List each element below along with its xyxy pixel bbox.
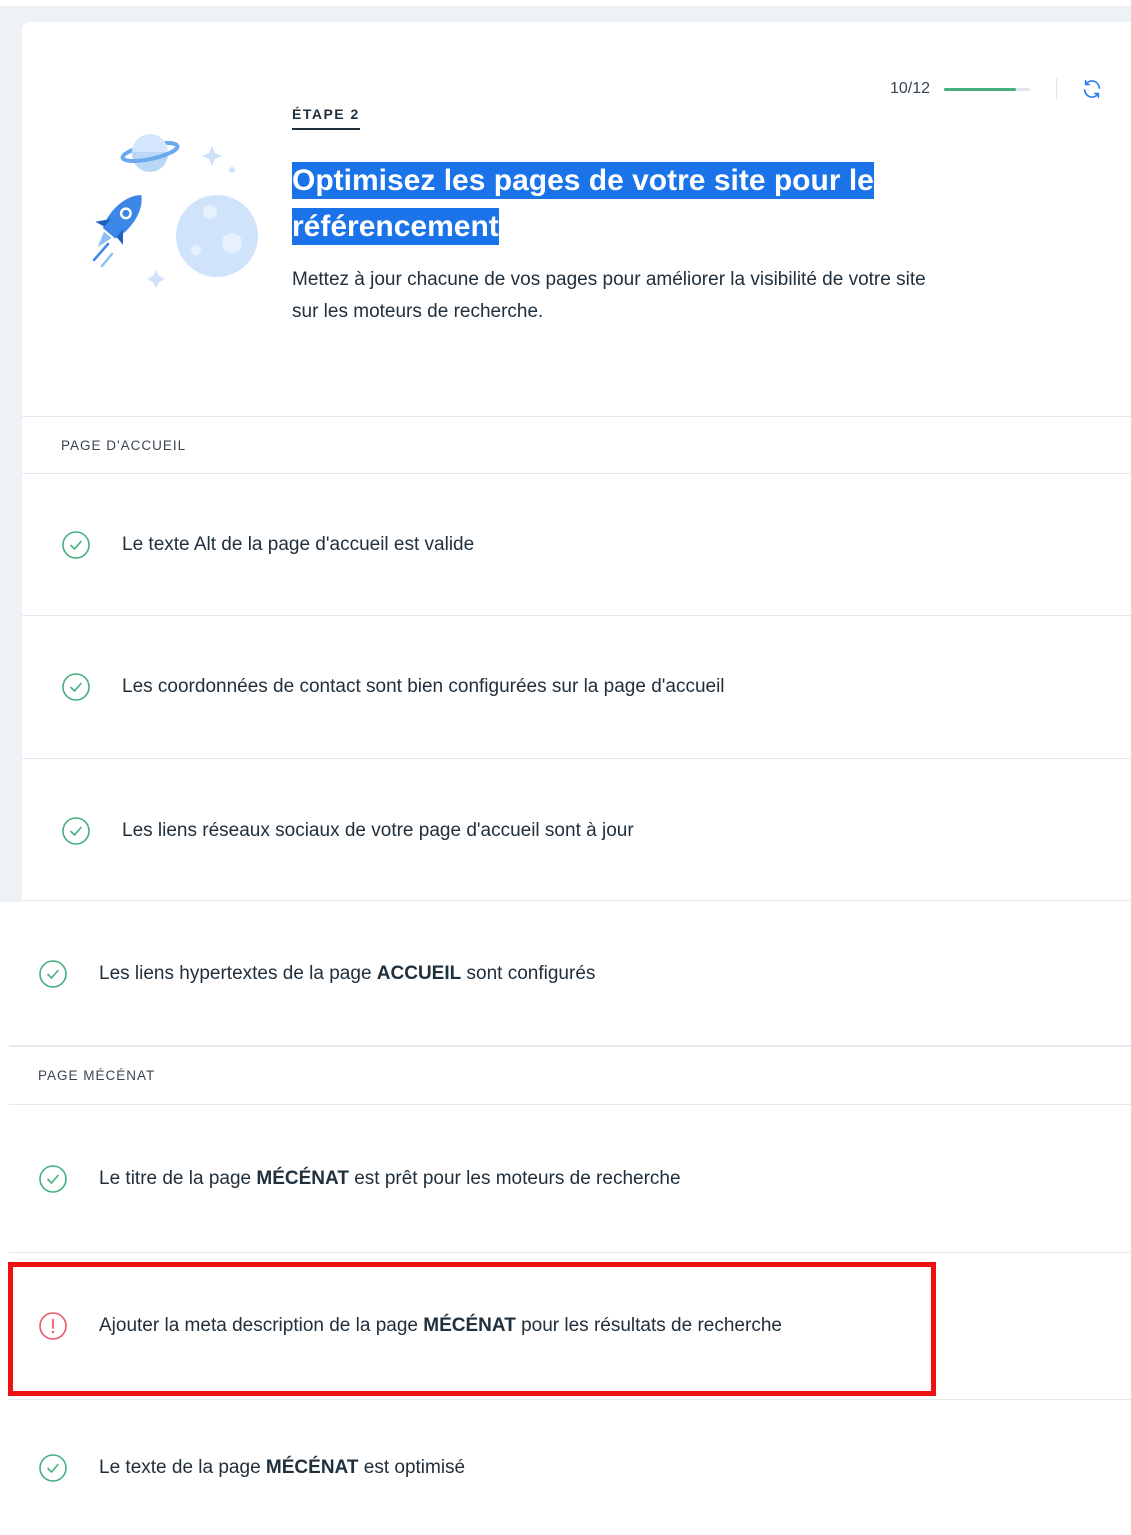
progress-bar-fill — [944, 87, 1016, 91]
check-circle-icon — [61, 816, 91, 846]
checklist-item[interactable]: Le texte de la page MÉCÉNAT est optimisé — [9, 1400, 1131, 1535]
checklist-item[interactable]: Les liens hypertextes de la page ACCUEIL… — [9, 902, 1131, 1046]
refresh-icon — [1083, 79, 1101, 99]
lower-checklist: Les liens hypertextes de la page ACCUEIL… — [9, 900, 1131, 1535]
check-circle-icon — [38, 1453, 68, 1483]
section-header-homepage: PAGE D'ACCUEIL — [22, 416, 1131, 474]
checklist-item[interactable]: Les liens réseaux sociaux de votre page … — [22, 759, 1131, 902]
progress-bar — [944, 87, 1030, 91]
rocket-icon — [95, 195, 142, 248]
step-label: ÉTAPE 2 — [292, 106, 360, 130]
check-circle-icon — [61, 530, 91, 560]
check-circle-icon — [38, 959, 68, 989]
divider — [22, 900, 1131, 901]
exclamation-circle-icon — [38, 1311, 68, 1341]
check-circle-icon — [38, 1164, 68, 1194]
divider — [1056, 78, 1057, 100]
check-circle-icon — [61, 672, 91, 702]
page-title-text: Optimisez les pages de votre site pour l… — [292, 162, 874, 245]
checklist-item-label: Le titre de la page MÉCÉNAT est prêt pou… — [99, 1167, 681, 1189]
rocket-illustration — [74, 110, 274, 290]
refresh-button[interactable] — [1081, 78, 1103, 100]
seo-step-card: 10/12 ÉTAPE 2 Optimisez les pages de vot… — [22, 22, 1131, 902]
progress-indicator: 10/12 — [890, 78, 1103, 100]
page-subtitle: Mettez à jour chacune de vos pages pour … — [292, 269, 926, 322]
checklist-item[interactable]: Le titre de la page MÉCÉNAT est prêt pou… — [9, 1105, 1131, 1253]
checklist-item[interactable]: Le texte Alt de la page d'accueil est va… — [22, 474, 1131, 616]
checklist-item-label: Les liens hypertextes de la page ACCUEIL… — [99, 962, 596, 984]
moon-icon — [176, 195, 258, 277]
checklist-item-warning[interactable]: Ajouter la meta description de la page M… — [9, 1253, 1131, 1400]
section-header-mecenat: PAGE MÉCÉNAT — [9, 1046, 1131, 1105]
planet-icon — [120, 134, 180, 172]
checklist-item-label: Les liens réseaux sociaux de votre page … — [122, 819, 634, 841]
checklist-item-label: Ajouter la meta description de la page M… — [99, 1315, 782, 1336]
checklist-item[interactable]: Les coordonnées de contact sont bien con… — [22, 616, 1131, 759]
checklist-item-label: Le texte Alt de la page d'accueil est va… — [122, 533, 475, 555]
checklist-item-label: Le texte de la page MÉCÉNAT est optimisé — [99, 1456, 466, 1478]
progress-text: 10/12 — [889, 80, 930, 97]
checklist-item-label: Les coordonnées de contact sont bien con… — [122, 676, 725, 697]
page-title: Optimisez les pages de votre site pour l… — [292, 158, 932, 250]
